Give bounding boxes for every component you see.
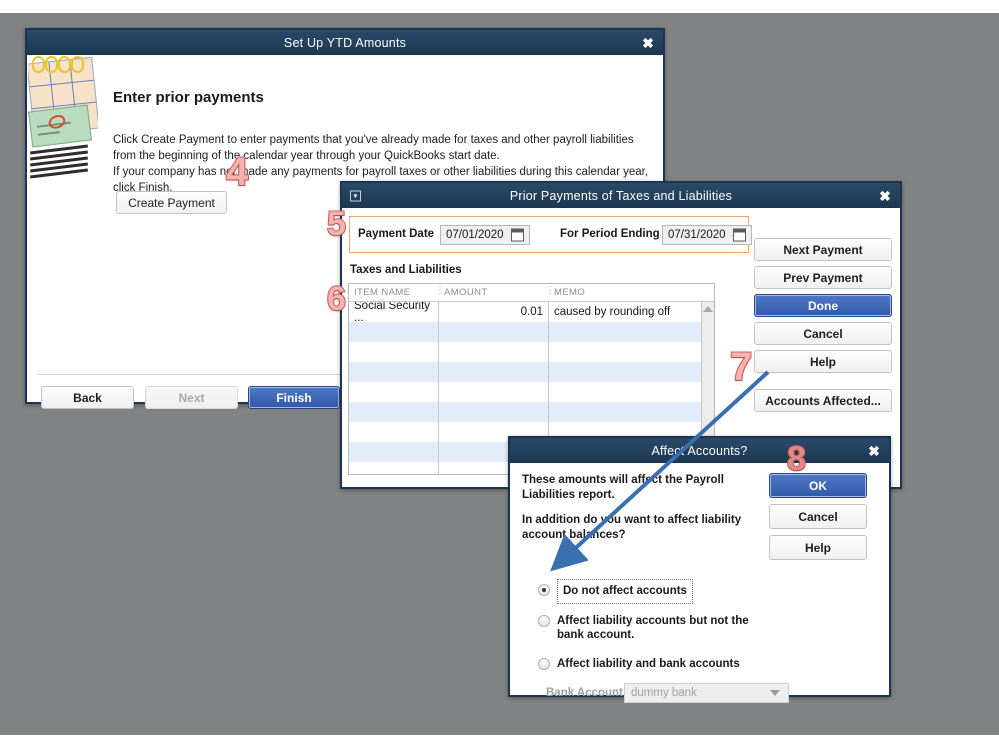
ytd-titlebar: Set Up YTD Amounts ✖ [27, 30, 663, 55]
radio-option-liability-only[interactable]: Affect liability accounts but not the ba… [538, 614, 768, 642]
check-stack-icon [28, 104, 98, 219]
prior-title: Prior Payments of Taxes and Liabilities [509, 188, 733, 203]
radio-icon[interactable] [538, 615, 550, 627]
help-label: Help [809, 354, 836, 369]
table-row[interactable] [349, 322, 714, 342]
help-button[interactable]: Help [754, 350, 892, 373]
create-payment-label: Create Payment [128, 195, 215, 210]
radio-icon[interactable] [538, 584, 550, 596]
period-ending-label: For Period Ending [560, 228, 660, 240]
column-header-item-name[interactable]: ITEM NAME [349, 287, 439, 298]
help-button[interactable]: Help [769, 535, 867, 560]
back-label: Back [73, 390, 102, 405]
ok-label: OK [809, 478, 827, 493]
radio-option-do-not-affect[interactable]: Do not affect accounts [538, 579, 693, 604]
payment-date-input[interactable]: 07/01/2020 [440, 225, 530, 245]
radio-label-liability-only: Affect liability accounts but not the ba… [557, 615, 749, 641]
affect-body: These amounts will affect the Payroll Li… [510, 463, 889, 703]
next-payment-button[interactable]: Next Payment [754, 238, 892, 261]
column-header-memo[interactable]: MEMO [545, 285, 714, 298]
grid-header-row: ITEM NAME AMOUNT MEMO [349, 284, 714, 302]
window-menu-icon[interactable]: ▾ [350, 190, 361, 201]
calendar-picker-icon[interactable] [733, 228, 746, 242]
close-icon[interactable]: ✖ [879, 189, 891, 203]
chevron-down-icon[interactable] [770, 690, 780, 696]
bank-account-select[interactable]: dummy bank [624, 683, 789, 703]
close-icon[interactable]: ✖ [868, 444, 880, 458]
next-button[interactable]: Next [145, 386, 238, 409]
cell-item-name: Social Security ... [349, 302, 439, 324]
radio-label-liability-and-bank: Affect liability and bank accounts [557, 658, 740, 670]
prev-payment-label: Prev Payment [783, 270, 863, 285]
ytd-title: Set Up YTD Amounts [283, 35, 407, 50]
table-row[interactable] [349, 382, 714, 402]
table-row[interactable] [349, 342, 714, 362]
back-button[interactable]: Back [41, 386, 134, 409]
affect-buttons: OK Cancel Help [769, 473, 867, 566]
payment-date-label: Payment Date [358, 228, 435, 240]
calendar-and-checks-illustration [28, 56, 98, 222]
accounts-affected-label: Accounts Affected... [765, 393, 881, 408]
bank-account-label: Bank Account [546, 687, 623, 699]
table-row[interactable] [349, 402, 714, 422]
prior-side-buttons: Next Payment Prev Payment Done Cancel He… [754, 238, 892, 378]
finish-button[interactable]: Finish [248, 386, 340, 409]
done-button[interactable]: Done [754, 294, 892, 317]
screen-canvas: Set Up YTD Amounts ✖ Enter prior payment… [0, 0, 999, 749]
accounts-affected-button[interactable]: Accounts Affected... [754, 389, 892, 412]
column-header-amount[interactable]: AMOUNT [435, 285, 549, 298]
radio-option-liability-and-bank[interactable]: Affect liability and bank accounts [538, 657, 740, 671]
taxes-and-liabilities-heading: Taxes and Liabilities [350, 264, 462, 276]
done-label: Done [808, 298, 838, 313]
next-payment-label: Next Payment [783, 242, 863, 257]
bank-account-value: dummy bank [631, 687, 697, 699]
table-row[interactable] [349, 362, 714, 382]
cell-amount: 0.01 [439, 302, 549, 322]
prior-titlebar: ▾ Prior Payments of Taxes and Liabilitie… [342, 183, 900, 208]
cell-memo: caused by rounding off [554, 306, 671, 318]
page-title: Enter prior payments [113, 89, 264, 106]
create-payment-button[interactable]: Create Payment [116, 191, 227, 214]
cancel-label: Cancel [803, 326, 843, 341]
date-fields-group: Payment Date 07/01/2020 For Period Endin… [349, 216, 752, 253]
cancel-label: Cancel [798, 509, 838, 524]
prev-payment-button[interactable]: Prev Payment [754, 266, 892, 289]
radio-label-do-not-affect: Do not affect accounts [557, 579, 693, 604]
affect-message-primary: These amounts will affect the Payroll Li… [522, 474, 724, 501]
period-ending-input[interactable]: 07/31/2020 [662, 225, 752, 245]
help-label: Help [804, 540, 831, 555]
calendar-picker-icon[interactable] [511, 228, 524, 242]
cancel-button[interactable]: Cancel [754, 322, 892, 345]
cancel-button[interactable]: Cancel [769, 504, 867, 529]
affect-title: Affect Accounts? [651, 443, 748, 458]
table-row[interactable]: Social Security ... 0.01 caused by round… [349, 302, 714, 324]
payment-date-value: 07/01/2020 [446, 229, 504, 241]
radio-icon[interactable] [538, 658, 550, 670]
next-label: Next [178, 390, 205, 405]
period-ending-value: 07/31/2020 [668, 229, 726, 241]
affect-titlebar: Affect Accounts? ✖ [510, 438, 889, 463]
affect-message-secondary: In addition do you want to affect liabil… [522, 514, 742, 541]
bank-account-row: Bank Account dummy bank [546, 683, 789, 703]
scroll-up-icon[interactable] [703, 306, 713, 312]
calendar-rings [32, 56, 90, 73]
ok-button[interactable]: OK [769, 473, 867, 498]
finish-label: Finish [276, 390, 312, 405]
window-affect-accounts: Affect Accounts? ✖ These amounts will af… [508, 436, 891, 703]
close-icon[interactable]: ✖ [642, 36, 654, 50]
